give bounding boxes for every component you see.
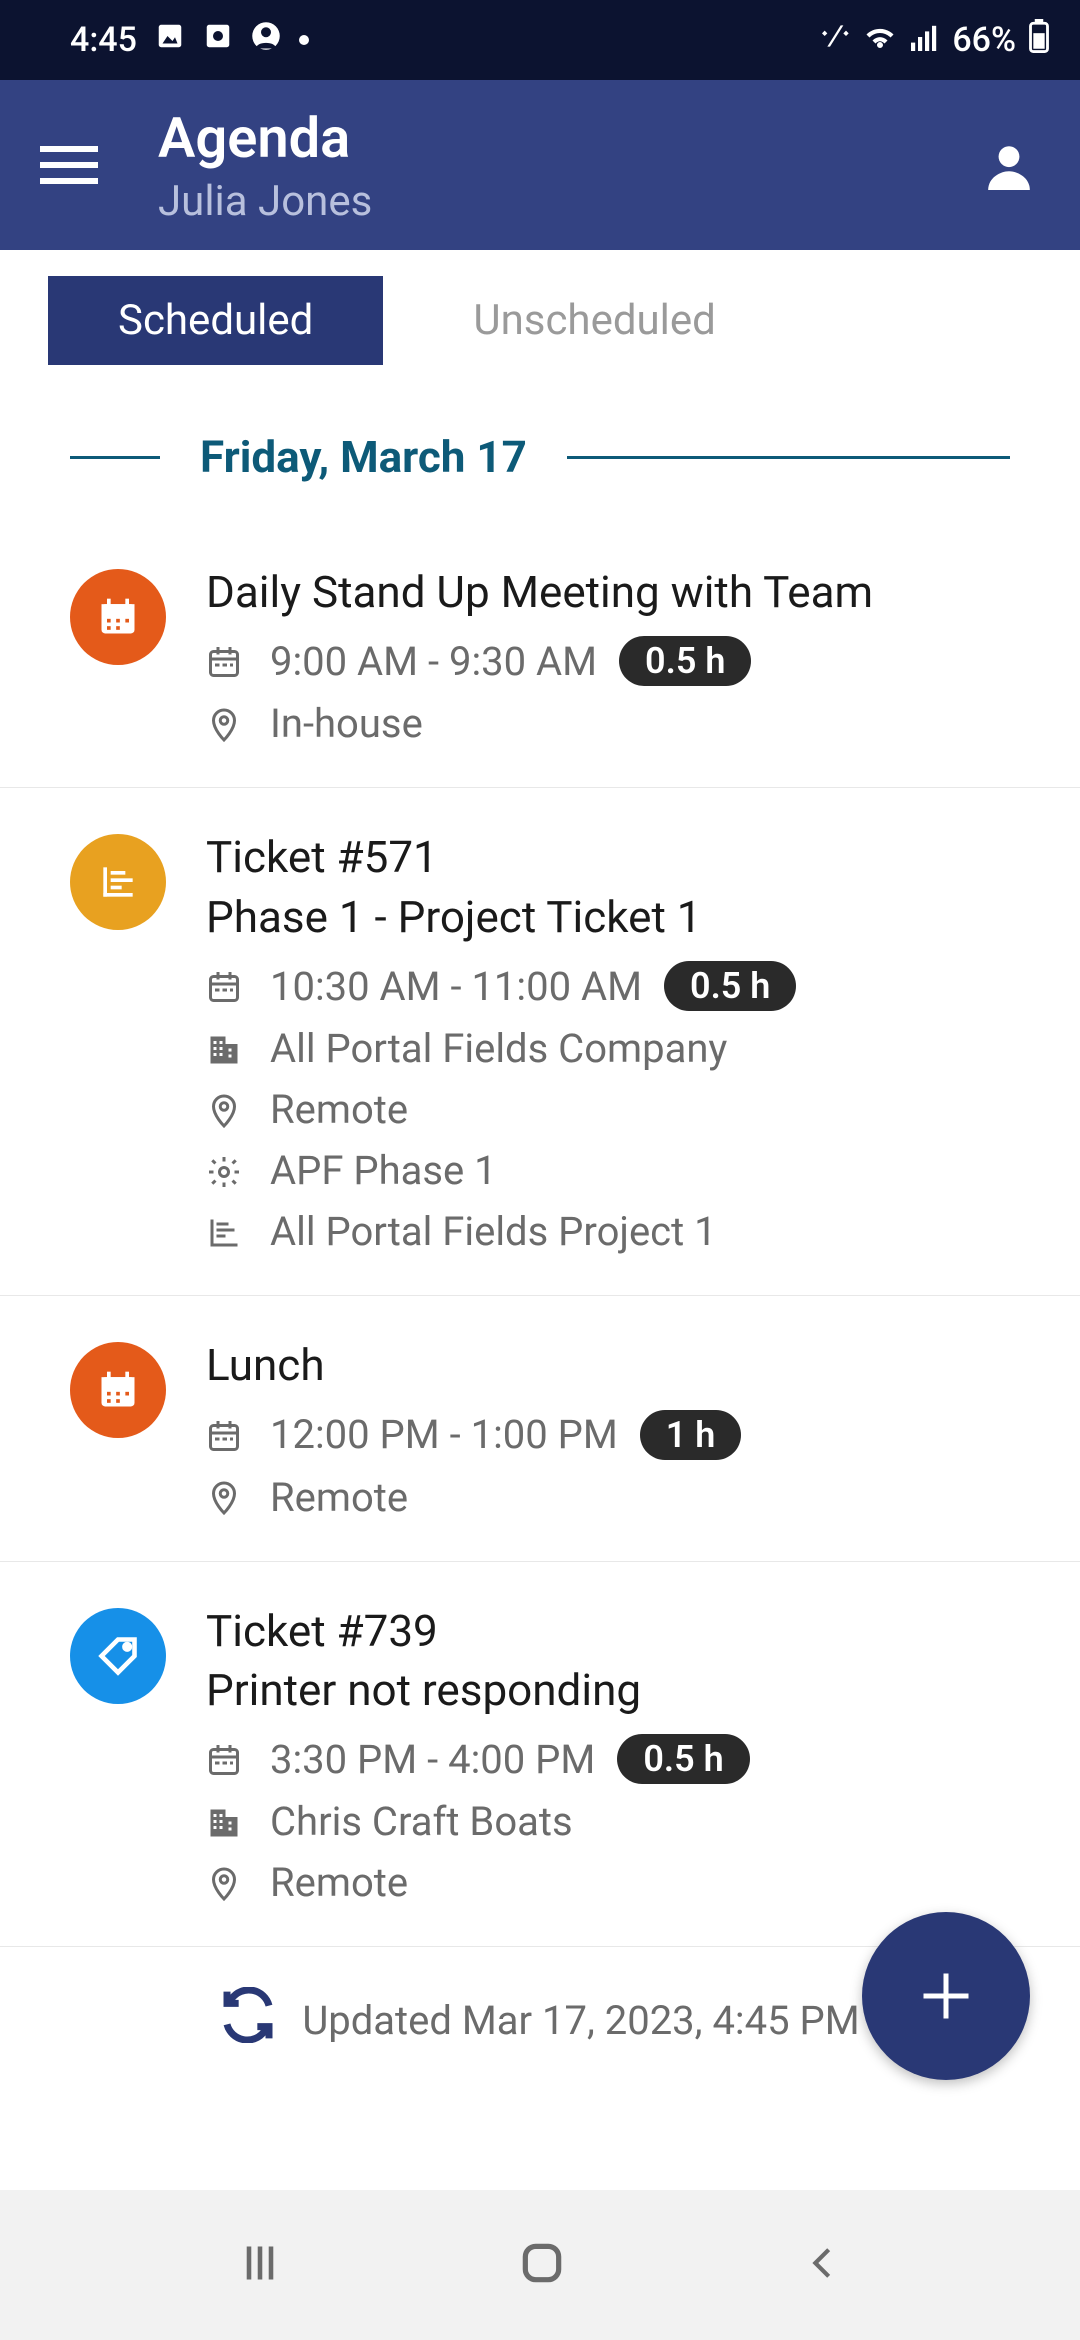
page-subtitle: Julia Jones [158, 177, 372, 226]
agenda-item[interactable]: Ticket #571Phase 1 - Project Ticket 1 10:… [0, 788, 1080, 1296]
location-row: Remote [206, 1474, 1040, 1521]
project-icon [70, 834, 166, 930]
phase-row: APF Phase 1 [206, 1147, 1040, 1194]
calendar-icon [70, 1342, 166, 1438]
home-button[interactable] [517, 2238, 567, 2292]
duration-pill: 0.5 h [619, 636, 751, 686]
back-button[interactable] [802, 2241, 842, 2289]
item-project: All Portal Fields Project 1 [270, 1208, 717, 1255]
item-location: Remote [270, 1474, 408, 1521]
item-body: Lunch 12:00 PM - 1:00 PM 1 h Remote [206, 1336, 1040, 1520]
pin-icon [206, 1092, 242, 1128]
pin-icon [206, 706, 242, 742]
company-row: Chris Craft Boats [206, 1798, 1040, 1845]
add-button[interactable] [862, 1912, 1030, 2080]
item-phase: APF Phase 1 [270, 1147, 497, 1194]
item-title: Daily Stand Up Meeting with Team [206, 563, 1040, 622]
date-divider: Friday, March 17 [0, 365, 1080, 523]
location-row: In-house [206, 700, 1040, 747]
duration-pill: 0.5 h [664, 961, 796, 1011]
time-row: 3:30 PM - 4:00 PM 0.5 h [206, 1734, 1040, 1784]
item-title: Lunch [206, 1336, 1040, 1395]
project-icon [206, 1214, 242, 1250]
pin-icon [206, 1479, 242, 1515]
duration-pill: 0.5 h [617, 1734, 749, 1784]
item-company: Chris Craft Boats [270, 1798, 573, 1845]
item-title: Ticket #739 [206, 1602, 1040, 1661]
agenda-item[interactable]: Ticket #739Printer not responding 3:30 PM… [0, 1562, 1080, 1948]
agenda-item[interactable]: Daily Stand Up Meeting with Team 9:00 AM … [0, 523, 1080, 788]
menu-button[interactable] [40, 146, 98, 184]
item-time: 12:00 PM - 1:00 PM [270, 1411, 618, 1458]
building-icon [206, 1031, 242, 1067]
item-location: In-house [270, 700, 423, 747]
wifi-icon [862, 20, 898, 60]
project-row: All Portal Fields Project 1 [206, 1208, 1040, 1255]
time-row: 10:30 AM - 11:00 AM 0.5 h [206, 961, 1040, 1011]
item-subtitle: Printer not responding [206, 1661, 1040, 1720]
page-title: Agenda [158, 105, 372, 171]
tab-scheduled[interactable]: Scheduled [48, 276, 383, 365]
person-icon [251, 20, 281, 60]
updated-text: Updated Mar 17, 2023, 4:45 PM [302, 1997, 859, 2044]
more-dot-icon [299, 35, 309, 45]
calendar-icon [206, 1741, 242, 1777]
app-icon [203, 20, 233, 60]
company-row: All Portal Fields Company [206, 1025, 1040, 1072]
duration-pill: 1 h [640, 1410, 742, 1460]
item-title: Ticket #571 [206, 828, 1040, 887]
status-left: 4:45 [70, 20, 309, 60]
status-time: 4:45 [70, 20, 137, 60]
profile-button[interactable] [984, 140, 1034, 194]
calendar-icon [206, 1417, 242, 1453]
recent-apps-button[interactable] [238, 2241, 282, 2289]
battery-text: 66% [952, 20, 1016, 60]
photo-icon [155, 20, 185, 60]
item-body: Ticket #571Phase 1 - Project Ticket 1 10:… [206, 828, 1040, 1255]
location-row: Remote [206, 1086, 1040, 1133]
item-location: Remote [270, 1859, 408, 1906]
item-company: All Portal Fields Company [270, 1025, 727, 1072]
location-row: Remote [206, 1859, 1040, 1906]
system-nav [0, 2190, 1080, 2340]
gear-icon [206, 1153, 242, 1189]
item-time: 10:30 AM - 11:00 AM [270, 963, 642, 1010]
status-right: 66% [818, 19, 1050, 62]
time-row: 9:00 AM - 9:30 AM 0.5 h [206, 636, 1040, 686]
calendar-icon [206, 968, 242, 1004]
item-time: 3:30 PM - 4:00 PM [270, 1736, 595, 1783]
agenda-item[interactable]: Lunch 12:00 PM - 1:00 PM 1 h Remote [0, 1296, 1080, 1561]
tab-unscheduled[interactable]: Unscheduled [383, 276, 786, 365]
time-row: 12:00 PM - 1:00 PM 1 h [206, 1410, 1040, 1460]
pin-icon [206, 1865, 242, 1901]
item-body: Daily Stand Up Meeting with Team 9:00 AM … [206, 563, 1040, 747]
signal-icon [910, 20, 940, 60]
tag-icon [70, 1608, 166, 1704]
calendar-icon [70, 569, 166, 665]
date-heading: Friday, March 17 [160, 431, 567, 483]
vibrate-icon [818, 20, 850, 61]
status-bar: 4:45 66% [0, 0, 1080, 80]
battery-icon [1028, 19, 1050, 62]
item-time: 9:00 AM - 9:30 AM [270, 638, 597, 685]
item-subtitle: Phase 1 - Project Ticket 1 [206, 888, 1040, 947]
item-body: Ticket #739Printer not responding 3:30 PM… [206, 1602, 1040, 1907]
tabs: Scheduled Unscheduled [0, 250, 1080, 365]
sync-icon[interactable] [220, 1987, 276, 2053]
calendar-icon [206, 643, 242, 679]
header-text: Agenda Julia Jones [158, 105, 372, 226]
building-icon [206, 1804, 242, 1840]
item-location: Remote [270, 1086, 408, 1133]
app-header: Agenda Julia Jones [0, 80, 1080, 250]
